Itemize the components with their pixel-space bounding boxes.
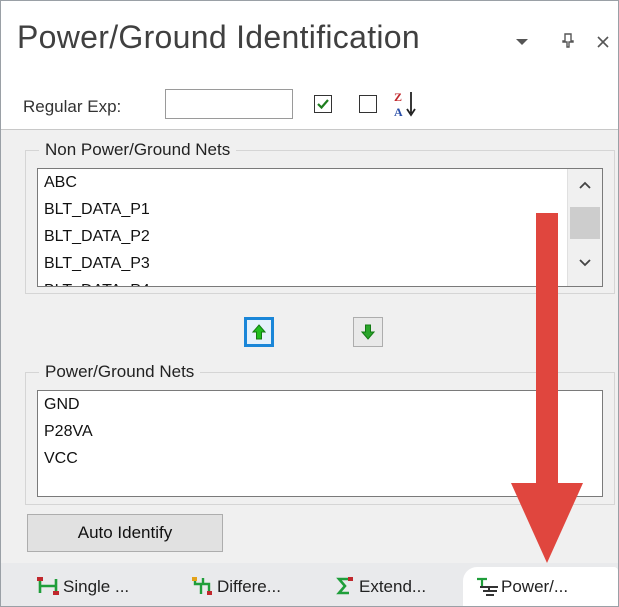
regexp-input[interactable] bbox=[165, 89, 293, 119]
single-net-icon bbox=[37, 576, 59, 601]
svg-text:A: A bbox=[394, 105, 403, 119]
panel-titlebar: Power/Ground Identification bbox=[1, 1, 618, 83]
power-net-list[interactable]: GND P28VA VCC bbox=[37, 390, 603, 497]
close-icon[interactable] bbox=[596, 33, 610, 54]
list-item[interactable]: P28VA bbox=[38, 418, 602, 445]
power-group-label: Power/Ground Nets bbox=[39, 362, 201, 382]
scroll-thumb[interactable] bbox=[570, 207, 600, 239]
unchecked-checkbox[interactable] bbox=[359, 95, 377, 113]
bottom-tabs: Single ... Differe... Extend... Power/..… bbox=[1, 563, 618, 606]
sort-az-icon[interactable]: Z A bbox=[392, 89, 420, 119]
tab-single[interactable]: Single ... bbox=[37, 567, 177, 606]
list-item[interactable]: VCC bbox=[38, 445, 602, 472]
tab-label: Single ... bbox=[63, 577, 130, 596]
power-ground-panel: Power/Ground Identification Regular Exp:… bbox=[0, 0, 619, 607]
scroll-down-icon[interactable] bbox=[568, 255, 602, 271]
tab-label: Differe... bbox=[217, 577, 281, 596]
panel-title: Power/Ground Identification bbox=[17, 19, 420, 55]
list-item[interactable]: BLT_DATA_P1 bbox=[38, 196, 602, 223]
auto-identify-button[interactable]: Auto Identify bbox=[27, 514, 223, 552]
tab-label: Extend... bbox=[359, 577, 427, 596]
move-to-non-power-button[interactable] bbox=[244, 317, 274, 347]
tab-power-ground[interactable]: Power/... bbox=[463, 567, 618, 606]
power-ground-icon bbox=[475, 576, 499, 603]
non-power-group-label: Non Power/Ground Nets bbox=[39, 140, 237, 160]
chevron-down-icon[interactable] bbox=[515, 31, 529, 52]
list-item[interactable]: BLT_DATA_P2 bbox=[38, 223, 602, 250]
non-power-net-list[interactable]: ABCBLT_DATA_P1BLT_DATA_P2BLT_DATA_P3BLT_… bbox=[37, 168, 603, 287]
tab-label: Power/... bbox=[501, 577, 569, 596]
list-item[interactable]: BLT_DATA_P3 bbox=[38, 250, 602, 277]
panel-content: Non Power/Ground Nets ABC BLT_DATA_P1 BLT_… bbox=[1, 129, 618, 570]
regexp-label: Regular Exp: bbox=[23, 97, 122, 116]
extended-net-icon bbox=[333, 576, 355, 601]
non-power-list-scrollbar[interactable] bbox=[567, 169, 602, 286]
move-to-power-button[interactable] bbox=[353, 317, 383, 347]
pin-icon[interactable] bbox=[561, 33, 575, 54]
tab-differential[interactable]: Differe... bbox=[191, 567, 321, 606]
list-item[interactable]: ABC bbox=[38, 169, 602, 196]
list-item[interactable]: GND bbox=[38, 391, 602, 418]
list-item[interactable]: BLT_DATA_P4 bbox=[38, 277, 602, 286]
checked-checkbox[interactable] bbox=[314, 95, 332, 113]
svg-text:Z: Z bbox=[394, 90, 402, 104]
tab-extended[interactable]: Extend... bbox=[333, 567, 463, 606]
differential-pair-icon bbox=[191, 576, 213, 601]
scroll-up-icon[interactable] bbox=[568, 177, 602, 193]
